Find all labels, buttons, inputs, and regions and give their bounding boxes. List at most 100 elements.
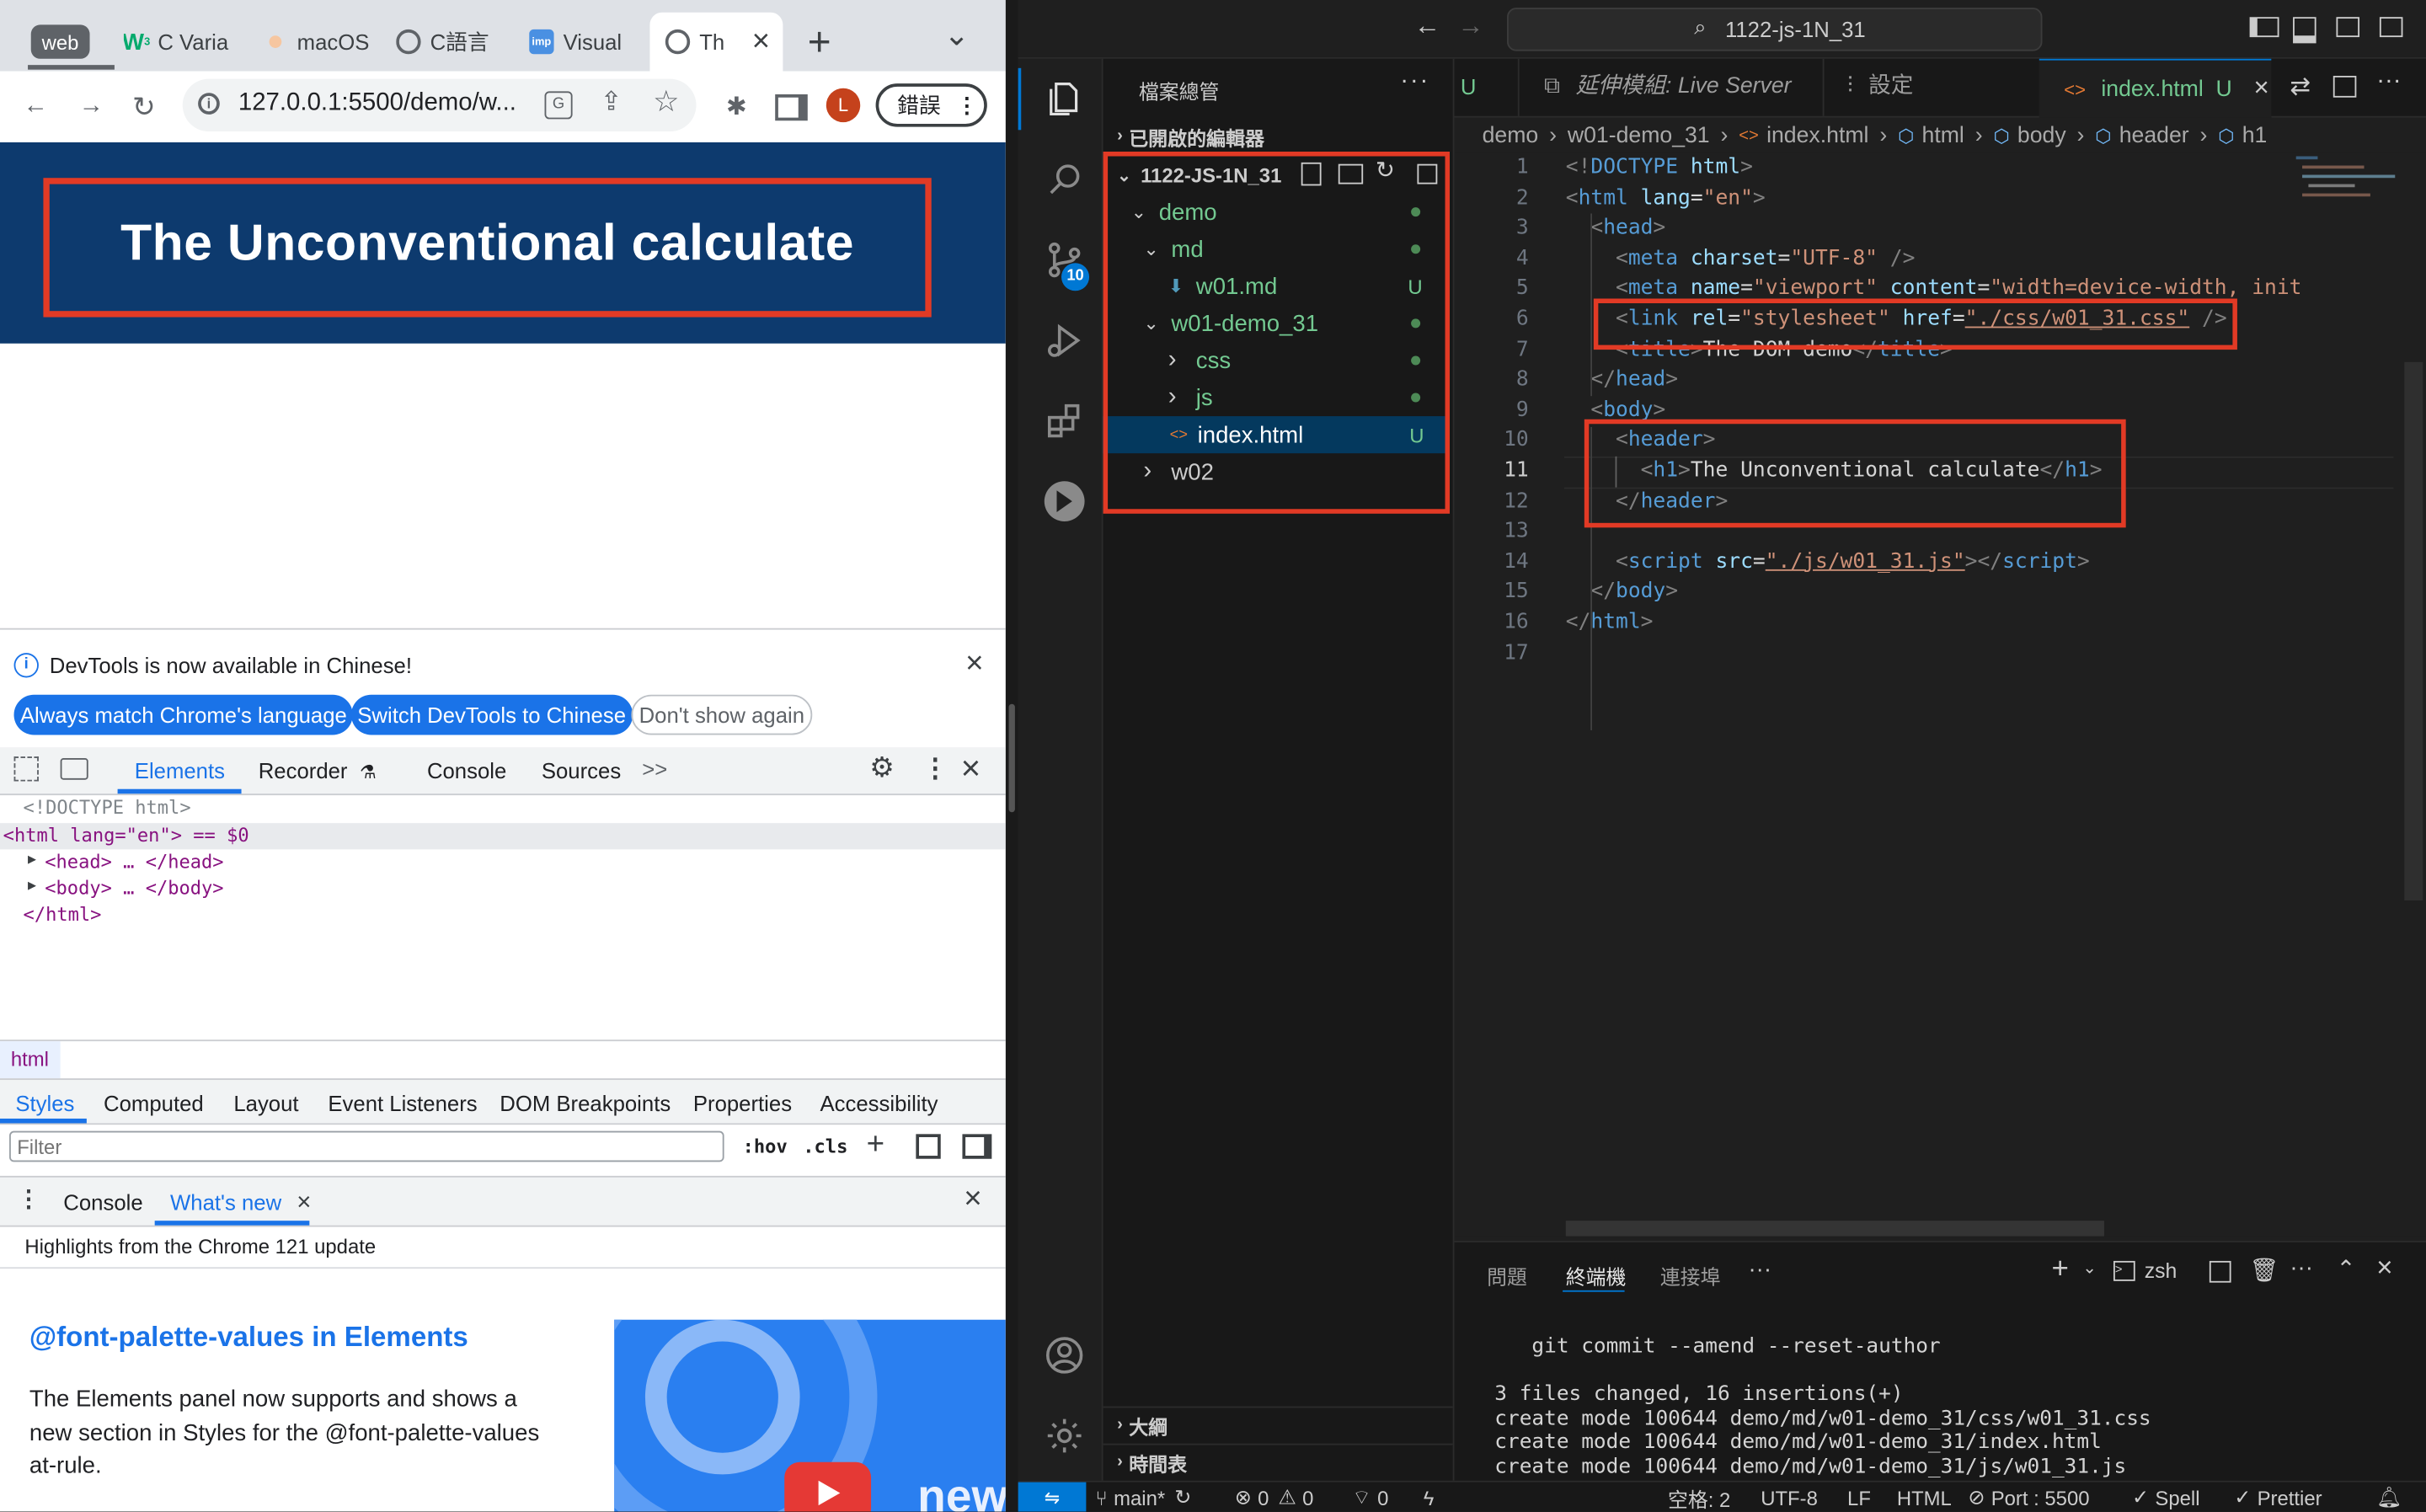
explorer-more-icon[interactable]: ··· — [1400, 68, 1429, 96]
code-line[interactable]: </html> — [1566, 608, 1654, 638]
remote-explorer-icon[interactable] — [1034, 470, 1095, 532]
outline-section[interactable]: › 大綱 — [1103, 1406, 1453, 1442]
feature-video-thumbnail[interactable]: new — [614, 1319, 1006, 1512]
cls-toggle[interactable]: .cls — [803, 1135, 847, 1157]
address-bar[interactable]: i 127.0.0.1:5500/demo/w... G ⇪ ☆ — [182, 78, 697, 132]
code-line[interactable]: <html lang="en"> — [1566, 184, 1766, 214]
code-line[interactable]: </body> — [1566, 578, 1678, 608]
search-icon[interactable] — [1034, 148, 1095, 210]
close-icon[interactable]: × — [297, 1189, 311, 1215]
breadcrumb-item[interactable]: html — [1922, 124, 1964, 148]
run-debug-icon[interactable] — [1034, 309, 1095, 371]
maximize-panel-icon[interactable]: ⌃ — [2336, 1255, 2355, 1282]
source-control-icon[interactable]: 10 — [1034, 229, 1095, 291]
settings-gear-icon[interactable]: ⚙ — [869, 752, 895, 785]
tab-properties[interactable]: Properties — [693, 1091, 792, 1115]
explorer-icon[interactable] — [1034, 68, 1095, 130]
sidepanel-icon[interactable] — [773, 90, 807, 124]
accounts-icon[interactable] — [1034, 1324, 1095, 1386]
panel-more[interactable]: ··· — [1749, 1256, 1772, 1282]
feature-title[interactable]: @font-palette-values in Elements — [29, 1322, 468, 1354]
editor-more-icon[interactable]: ··· — [2376, 68, 2401, 96]
expand-arrow-icon[interactable]: ▶ — [28, 879, 36, 894]
sidebar-toggle-icon[interactable] — [962, 1134, 992, 1159]
code-line[interactable]: <meta charset="UTF-8" /> — [1566, 244, 1915, 275]
new-terminal-icon[interactable]: + — [2052, 1253, 2069, 1287]
terminal-output[interactable]: git commit --amend --reset-author 3 file… — [1483, 1335, 2411, 1477]
always-match-button[interactable]: Always match Chrome's language — [13, 694, 354, 735]
nav-back-icon[interactable]: ← — [1414, 11, 1440, 42]
drawer-tab-whatsnew[interactable]: What's new × — [170, 1189, 311, 1217]
language-status[interactable]: HTML — [1897, 1483, 1952, 1512]
url-text[interactable]: 127.0.0.1:5500/demo/w... — [238, 90, 516, 118]
styles-filter-input[interactable] — [9, 1130, 724, 1162]
dom-doctype[interactable]: <!DOCTYPE html> — [24, 797, 191, 819]
tab-c-variables[interactable]: W3 C Varia — [124, 13, 248, 72]
extensions-icon[interactable]: ✱ — [719, 90, 753, 124]
dom-html[interactable]: <html lang="en"> == $0 — [3, 825, 249, 847]
avatar[interactable]: L — [826, 88, 861, 123]
panel-menu-icon[interactable]: ··· — [2290, 1255, 2313, 1281]
tab-event-listeners[interactable]: Event Listeners — [328, 1091, 477, 1115]
paint-brush-icon[interactable] — [916, 1134, 941, 1159]
inspect-icon[interactable] — [13, 756, 39, 782]
breadcrumb-item[interactable]: index.html — [1766, 124, 1868, 148]
youtube-play-icon[interactable] — [784, 1461, 872, 1512]
drawer-tab-console[interactable]: Console — [63, 1189, 142, 1214]
split-editor-icon[interactable] — [2332, 76, 2357, 98]
tab-c-lang[interactable]: C語言 — [396, 13, 520, 72]
drawer-close-icon[interactable]: × — [964, 1182, 981, 1217]
translate-icon[interactable]: G — [544, 91, 573, 120]
trash-icon[interactable]: 🗑 — [2250, 1256, 2279, 1284]
tab-dom-breakpoints[interactable]: DOM Breakpoints — [500, 1091, 671, 1115]
command-center[interactable]: ⌕ 1122-js-1N_31 — [1506, 8, 2043, 51]
drawer-menu-icon[interactable]: ⋮ — [17, 1185, 40, 1213]
manage-gear-icon[interactable] — [1034, 1405, 1095, 1467]
tab-live-server[interactable]: ⧉ 延伸模組: Live Server — [1520, 58, 1825, 116]
timeline-section[interactable]: › 時間表 — [1103, 1443, 1453, 1479]
new-rule-icon[interactable]: + — [867, 1128, 884, 1163]
problems-status[interactable]: ⊗ 0 ⚠ 0 — [1235, 1483, 1314, 1512]
code-line[interactable]: <head> — [1566, 214, 1665, 244]
expand-arrow-icon[interactable]: ▶ — [28, 852, 36, 868]
panel-tab-ports[interactable]: 連接埠 — [1660, 1261, 1721, 1290]
banner-close-icon[interactable]: × — [965, 647, 983, 682]
branch-status[interactable]: ⑂ main* ↻ — [1095, 1483, 1191, 1512]
customize-layout-icon[interactable] — [2379, 17, 2403, 38]
toggle-secondary-sidebar-icon[interactable] — [2336, 17, 2360, 38]
toggle-panel-icon[interactable] — [2293, 17, 2316, 44]
dom-html-close[interactable]: </html> — [24, 904, 102, 926]
tab-styles[interactable]: Styles — [15, 1091, 74, 1115]
breadcrumb-item[interactable]: header — [2119, 124, 2189, 148]
tab-visual[interactable]: imp Visual — [529, 13, 653, 72]
eol-status[interactable]: LF — [1847, 1483, 1871, 1512]
nav-forward-icon[interactable]: → — [1457, 11, 1483, 42]
breadcrumb-item[interactable]: body — [2017, 124, 2066, 148]
toggle-sidebar-icon[interactable] — [2249, 17, 2279, 38]
tab-index-html[interactable]: <> index.html U × — [2039, 58, 2272, 118]
breadcrumb-html[interactable]: html — [0, 1041, 60, 1079]
code-line[interactable]: <script src="./js/w01_31.js"></script> — [1566, 548, 2090, 578]
divider-handle[interactable] — [1008, 703, 1015, 813]
ports-status[interactable]: ⌔ 0 — [1352, 1483, 1388, 1512]
breadcrumb-item[interactable]: w01-demo_31 — [1568, 124, 1710, 148]
site-info-icon[interactable]: i — [198, 93, 220, 115]
tab-recorder[interactable]: Recorder ⚗ — [259, 758, 377, 783]
error-chip[interactable]: 錯誤 ⋮ — [875, 83, 987, 127]
kebab-menu-icon[interactable]: ⋮ — [956, 92, 978, 118]
back-icon[interactable]: ← — [19, 90, 52, 124]
tab-macos[interactable]: macOS — [263, 13, 387, 72]
tab-active[interactable]: Th × — [649, 12, 783, 72]
encoding-status[interactable]: UTF-8 — [1761, 1483, 1818, 1512]
bookmark-star-icon[interactable]: ☆ — [653, 85, 679, 120]
panel-tab-terminal[interactable]: 終端機 — [1566, 1261, 1627, 1290]
code-line[interactable]: </head> — [1566, 366, 1678, 396]
terminal-shell[interactable]: > zsh — [2113, 1259, 2177, 1283]
forward-icon[interactable]: → — [74, 90, 108, 124]
spell-status[interactable]: ✓ Spell — [2132, 1483, 2200, 1512]
hov-toggle[interactable]: :hov — [743, 1135, 788, 1157]
tab-search-button[interactable]: ⌄ — [943, 15, 970, 54]
tab-settings[interactable]: ⫶ 設定 — [1823, 58, 2041, 116]
switch-chinese-button[interactable]: Switch DevTools to Chinese — [350, 694, 633, 735]
tab-sources[interactable]: Sources — [542, 758, 621, 783]
